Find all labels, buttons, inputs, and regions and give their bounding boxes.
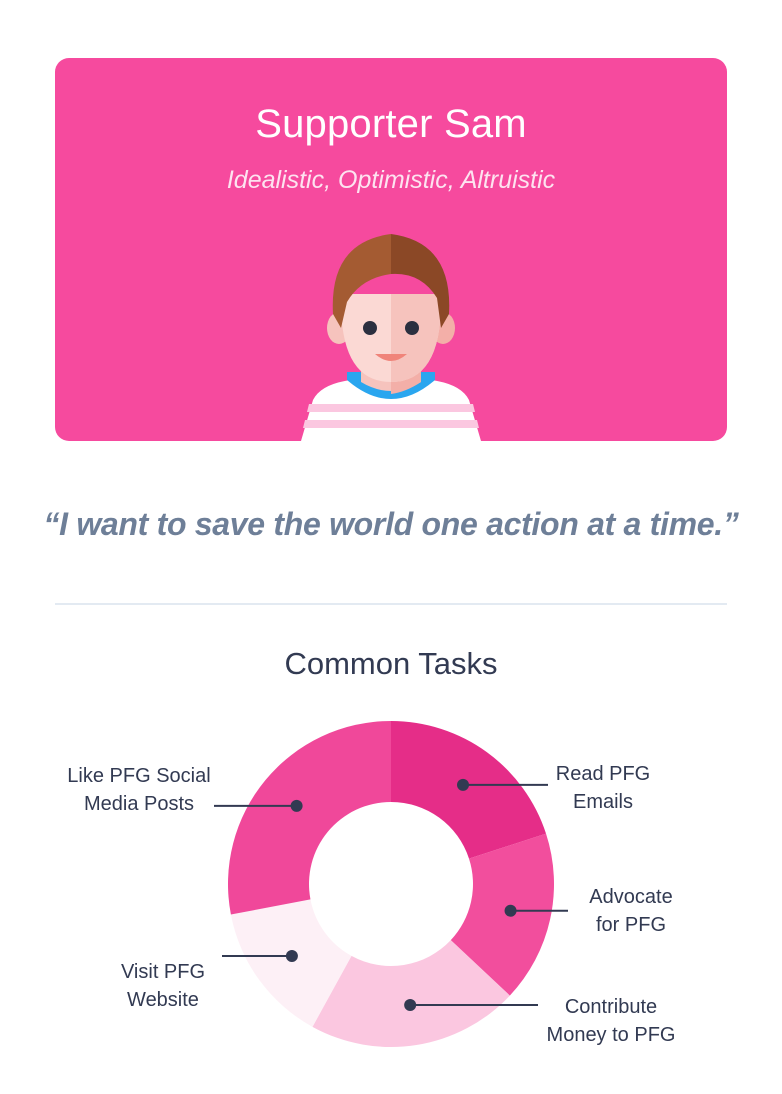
leader-dot-read-emails bbox=[457, 778, 470, 791]
slice-label-read-emails-line1: Read PFG bbox=[555, 763, 651, 785]
slice-label-visit-website-line1: Visit PFG bbox=[120, 961, 206, 983]
slice-label-advocate-line2: for PFG bbox=[595, 914, 666, 936]
slice-label-contribute-money-line1: Contribute bbox=[564, 996, 658, 1018]
slice-label-read-emails: Read PFG Emails bbox=[542, 760, 664, 816]
leader-dot-contribute-money bbox=[404, 998, 417, 1011]
slice-label-contribute-money: Contribute Money to PFG bbox=[536, 993, 686, 1049]
slice-label-contribute-money-line2: Money to PFG bbox=[546, 1024, 676, 1046]
leader-dot-advocate bbox=[504, 904, 517, 917]
slice-label-like-social-posts-line1: Like PFG Social bbox=[67, 765, 211, 787]
donut-slice-like-social-posts bbox=[227, 720, 391, 915]
slice-label-advocate: Advocate for PFG bbox=[570, 883, 692, 939]
slice-label-like-social-posts-line2: Media Posts bbox=[83, 793, 195, 815]
slice-label-like-social-posts: Like PFG Social Media Posts bbox=[58, 762, 220, 818]
donut-slices bbox=[227, 720, 554, 1047]
slice-label-visit-website: Visit PFG Website bbox=[100, 958, 226, 1014]
slice-label-read-emails-line2: Emails bbox=[572, 791, 633, 813]
slice-label-visit-website-line2: Website bbox=[127, 989, 199, 1011]
slice-label-advocate-line1: Advocate bbox=[589, 886, 673, 908]
donut-slice-read-emails bbox=[391, 721, 547, 859]
leader-dot-like-social-posts bbox=[290, 799, 303, 812]
leader-dot-visit-website bbox=[285, 950, 298, 963]
